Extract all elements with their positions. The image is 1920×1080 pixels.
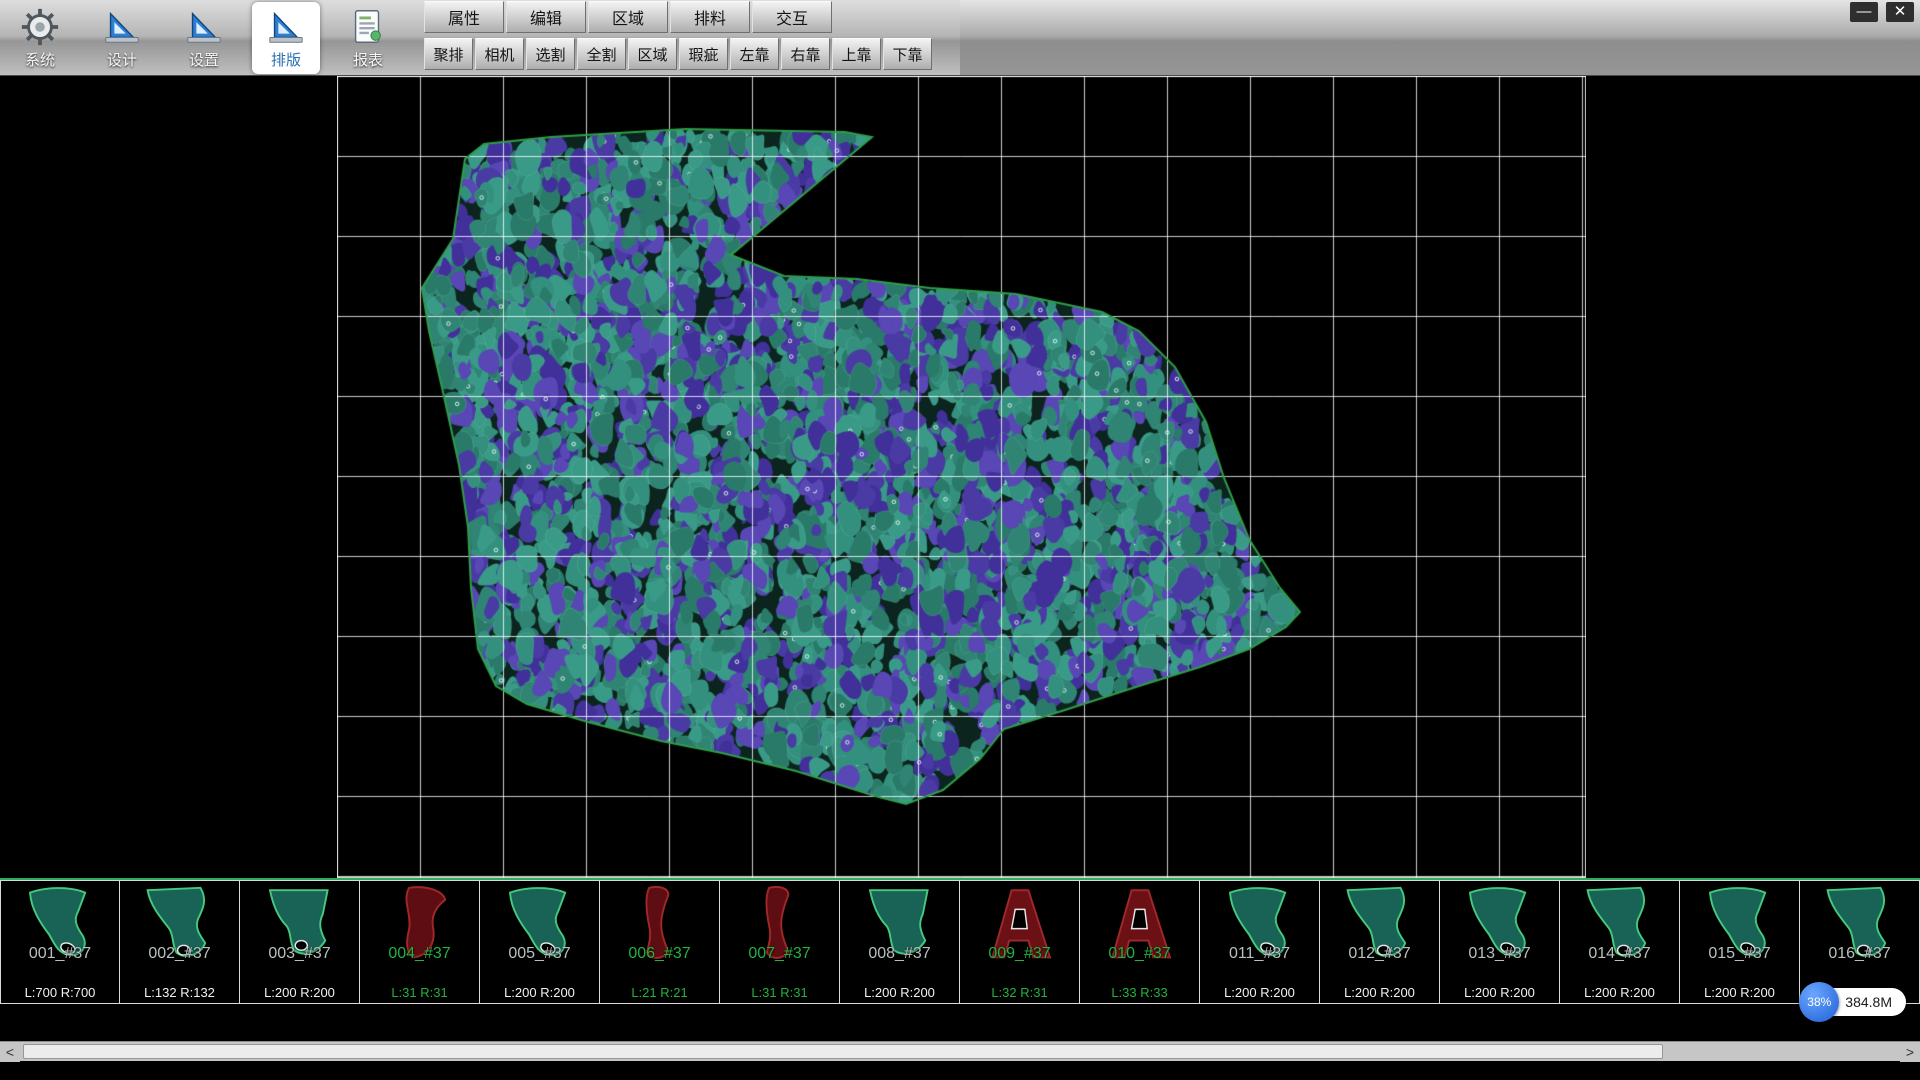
piece-lr-count: L:200 R:200 [1440, 985, 1559, 1000]
piece-name: 012_#37 [1320, 945, 1439, 963]
piece-lr-count: L:32 R:31 [960, 985, 1079, 1000]
scroll-left-arrow[interactable]: < [0, 1042, 20, 1062]
thumbnail-cell-003_#37[interactable]: 003_#37 L:200 R:200 [240, 880, 360, 1004]
app-button-layout[interactable]: 排版 [252, 2, 320, 74]
app-window: 系统设计设置排版报表 属性编辑区域排料交互 聚排相机选割全割区域瑕疵左靠右靠上靠… [0, 0, 1920, 1080]
scrollbar-thumb[interactable] [23, 1044, 1663, 1059]
window-controls: — ✕ [1850, 2, 1914, 22]
piece-name: 006_#37 [600, 945, 719, 963]
app-button-design[interactable]: 设计 [88, 2, 156, 74]
tool-button-3[interactable]: 选割 [526, 38, 575, 70]
piece-lr-count: L:700 R:700 [1, 985, 119, 1000]
thumbnail-cell-014_#37[interactable]: 014_#37 L:200 R:200 [1560, 880, 1680, 1004]
sail-icon [183, 6, 225, 48]
tool-button-1[interactable]: 聚排 [424, 38, 473, 70]
app-button-label: 排版 [271, 49, 301, 70]
piece-name: 001_#37 [1, 945, 119, 963]
piece-name: 013_#37 [1440, 945, 1559, 963]
menu-area: 属性编辑区域排料交互 聚排相机选割全割区域瑕疵左靠右靠上靠下靠 [424, 1, 932, 70]
piece-lr-count: L:33 R:33 [1080, 985, 1199, 1000]
thumbnail-cell-006_#37[interactable]: 006_#37 L:21 R:21 [600, 880, 720, 1004]
thumbnail-cell-009_#37[interactable]: 009_#37 L:32 R:31 [960, 880, 1080, 1004]
piece-name: 008_#37 [840, 945, 959, 963]
thumbnail-cell-010_#37[interactable]: 010_#37 L:33 R:33 [1080, 880, 1200, 1004]
piece-name: 010_#37 [1080, 945, 1199, 963]
menu-tab-5[interactable]: 交互 [752, 1, 832, 33]
tool-button-6[interactable]: 瑕疵 [679, 38, 728, 70]
minimize-button[interactable]: — [1850, 2, 1878, 22]
progress-percent-circle: 38% [1799, 982, 1839, 1022]
piece-lr-count: L:200 R:200 [1320, 985, 1439, 1000]
tool-button-8[interactable]: 右靠 [781, 38, 830, 70]
sail-icon [101, 6, 143, 48]
thumbnail-cell-011_#37[interactable]: 011_#37 L:200 R:200 [1200, 880, 1320, 1004]
piece-lr-count: L:132 R:132 [120, 985, 239, 1000]
app-button-bar: 系统 设计 设置 排版 报表 [6, 2, 402, 74]
piece-name: 009_#37 [960, 945, 1079, 963]
piece-name: 016_#37 [1800, 945, 1919, 963]
piece-lr-count: L:200 R:200 [1560, 985, 1679, 1000]
menu-tab-4[interactable]: 排料 [670, 1, 750, 33]
piece-name: 004_#37 [360, 945, 479, 963]
nesting-canvas[interactable] [337, 76, 1586, 878]
tool-button-9[interactable]: 上靠 [832, 38, 881, 70]
app-button-label: 系统 [25, 49, 55, 70]
menu-tab-1[interactable]: 属性 [424, 1, 504, 33]
app-button-settings[interactable]: 设置 [170, 2, 238, 74]
close-button[interactable]: ✕ [1886, 2, 1914, 22]
piece-name: 011_#37 [1200, 945, 1319, 963]
tool-button-2[interactable]: 相机 [475, 38, 524, 70]
piece-name: 015_#37 [1680, 945, 1799, 963]
app-button-label: 设计 [107, 49, 137, 70]
thumbnail-cell-001_#37[interactable]: 001_#37 L:700 R:700 [0, 880, 120, 1004]
piece-lr-count: L:200 R:200 [840, 985, 959, 1000]
thumbnail-cell-004_#37[interactable]: 004_#37 L:31 R:31 [360, 880, 480, 1004]
piece-lr-count: L:200 R:200 [240, 985, 359, 1000]
piece-name: 014_#37 [1560, 945, 1679, 963]
tool-button-5[interactable]: 区域 [628, 38, 677, 70]
thumbnail-cell-005_#37[interactable]: 005_#37 L:200 R:200 [480, 880, 600, 1004]
piece-lr-count: L:31 R:31 [360, 985, 479, 1000]
app-button-report[interactable]: 报表 [334, 2, 402, 74]
piece-name: 005_#37 [480, 945, 599, 963]
piece-lr-count: L:200 R:200 [480, 985, 599, 1000]
thumbnail-cell-012_#37[interactable]: 012_#37 L:200 R:200 [1320, 880, 1440, 1004]
menu-tab-2[interactable]: 编辑 [506, 1, 586, 33]
app-button-system[interactable]: 系统 [6, 2, 74, 74]
menu-tab-row: 属性编辑区域排料交互 [424, 1, 932, 33]
toolbar: 系统设计设置排版报表 属性编辑区域排料交互 聚排相机选割全割区域瑕疵左靠右靠上靠… [0, 0, 1920, 76]
thumbnail-cell-007_#37[interactable]: 007_#37 L:31 R:31 [720, 880, 840, 1004]
gear-icon [19, 6, 61, 48]
tool-button-4[interactable]: 全割 [577, 38, 626, 70]
scroll-right-arrow[interactable]: > [1900, 1042, 1920, 1062]
piece-name: 003_#37 [240, 945, 359, 963]
progress-badge: 38% 384.8M [1799, 982, 1906, 1022]
piece-thumbnail-strip: 001_#37L:700 R:700002_#37L:132 R:132003_… [0, 878, 1920, 1004]
tool-button-7[interactable]: 左靠 [730, 38, 779, 70]
thumbnail-cell-008_#37[interactable]: 008_#37 L:200 R:200 [840, 880, 960, 1004]
thumbnail-cell-002_#37[interactable]: 002_#37 L:132 R:132 [120, 880, 240, 1004]
thumbnail-cell-015_#37[interactable]: 015_#37 L:200 R:200 [1680, 880, 1800, 1004]
sail-icon [265, 6, 307, 48]
piece-name: 007_#37 [720, 945, 839, 963]
app-button-label: 报表 [353, 49, 383, 70]
nesting-canvas-viewport[interactable] [337, 76, 1586, 878]
menu-tab-3[interactable]: 区域 [588, 1, 668, 33]
piece-lr-count: L:31 R:31 [720, 985, 839, 1000]
tool-button-row: 聚排相机选割全割区域瑕疵左靠右靠上靠下靠 [424, 38, 932, 70]
thumbnail-cell-013_#37[interactable]: 013_#37 L:200 R:200 [1440, 880, 1560, 1004]
piece-name: 002_#37 [120, 945, 239, 963]
horizontal-scrollbar[interactable]: < > [0, 1041, 1920, 1061]
piece-lr-count: L:200 R:200 [1200, 985, 1319, 1000]
report-icon [347, 6, 389, 48]
tool-button-10[interactable]: 下靠 [883, 38, 932, 70]
piece-lr-count: L:200 R:200 [1680, 985, 1799, 1000]
piece-lr-count: L:21 R:21 [600, 985, 719, 1000]
app-button-label: 设置 [189, 49, 219, 70]
